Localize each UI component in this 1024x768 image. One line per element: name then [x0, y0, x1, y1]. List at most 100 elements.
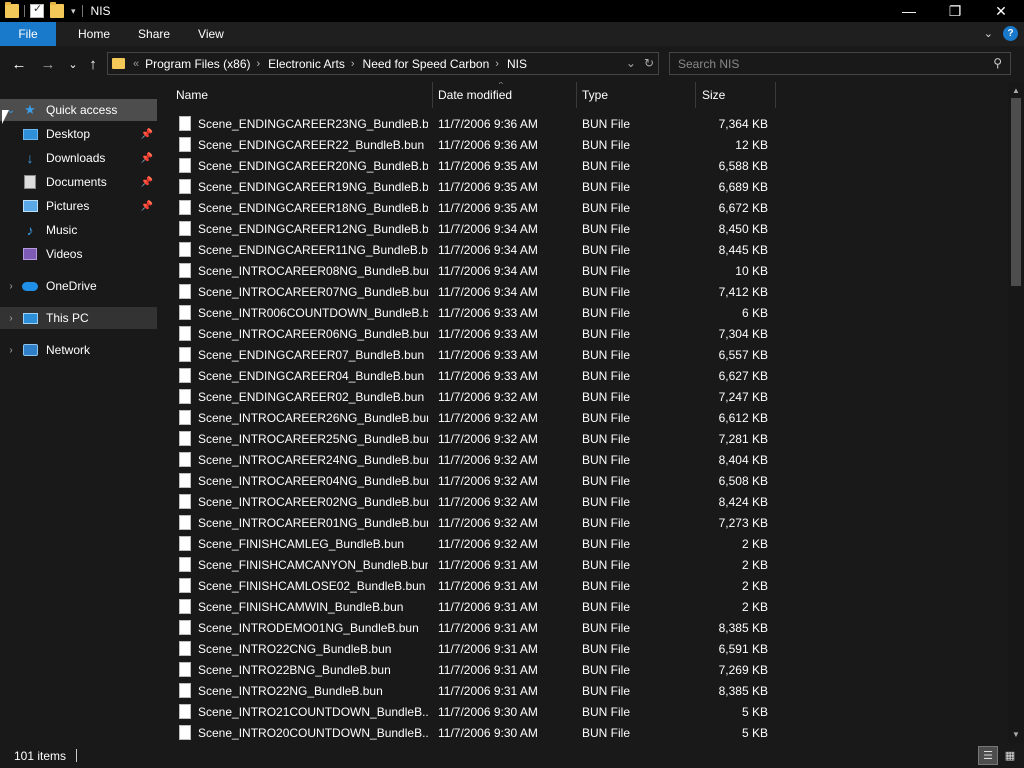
large-icons-view-button[interactable]: ▦ — [1000, 746, 1020, 765]
table-row[interactable]: Scene_INTROCAREER06NG_BundleB.bun 11/7/20… — [157, 323, 1008, 344]
search-input[interactable]: Search NIS ⚲ — [669, 52, 1011, 75]
sidebar-item-quick-access[interactable]: ⌄ ★ Quick access — [0, 99, 157, 121]
breadcrumb-separator-icon[interactable]: › — [495, 58, 499, 70]
file-name: Scene_INTRODEMO01NG_BundleB.bun — [198, 621, 419, 635]
table-row[interactable]: Scene_INTROCAREER25NG_BundleB.bun 11/7/20… — [157, 428, 1008, 449]
sidebar-item-network[interactable]: › Network — [0, 339, 157, 361]
table-row[interactable]: Scene_INTROCAREER07NG_BundleB.bun 11/7/20… — [157, 281, 1008, 302]
column-header-type[interactable]: Type — [582, 82, 608, 108]
breadcrumb-electronic-arts[interactable]: Electronic Arts — [268, 57, 345, 71]
breadcrumb-need-for-speed-carbon[interactable]: Need for Speed Carbon — [363, 57, 490, 71]
search-icon[interactable]: ⚲ — [993, 56, 1002, 70]
table-row[interactable]: Scene_ENDINGCAREER11NG_BundleB.bun 11/7/2… — [157, 239, 1008, 260]
file-date-modified: 11/7/2006 9:35 AM — [438, 201, 538, 215]
sidebar-item-label: Downloads — [46, 151, 106, 165]
file-type: BUN File — [582, 117, 631, 131]
table-row[interactable]: Scene_INTROCAREER02NG_BundleB.bun 11/7/20… — [157, 491, 1008, 512]
column-header-date-modified[interactable]: Date modified — [438, 82, 512, 108]
table-row[interactable]: Scene_FINISHCAMWIN_BundleB.bun 11/7/2006 … — [157, 596, 1008, 617]
sidebar-item-videos[interactable]: Videos — [0, 243, 157, 265]
refresh-icon[interactable]: ↻ — [644, 56, 654, 70]
file-type: BUN File — [582, 453, 631, 467]
sidebar-item-label: OneDrive — [46, 279, 97, 293]
scroll-down-icon[interactable]: ▼ — [1012, 730, 1020, 739]
overflow-chevron-icon[interactable]: « — [133, 58, 139, 70]
file-size: 7,273 KB — [718, 516, 768, 530]
scrollbar-thumb[interactable] — [1011, 98, 1021, 286]
vertical-scrollbar[interactable]: ▲ ▼ — [1008, 82, 1024, 743]
table-row[interactable]: Scene_FINISHCAMCANYON_BundleB.bun 11/7/20… — [157, 554, 1008, 575]
file-name: Scene_FINISHCAMLOSE02_BundleB.bun — [198, 579, 426, 593]
table-row[interactable]: Scene_INTROCAREER08NG_BundleB.bun 11/7/20… — [157, 260, 1008, 281]
table-row[interactable]: Scene_ENDINGCAREER19NG_BundleB.bun 11/7/2… — [157, 176, 1008, 197]
address-bar[interactable]: « Program Files (x86) › Electronic Arts … — [107, 52, 659, 75]
table-row[interactable]: Scene_INTRO22NG_BundleB.bun 11/7/2006 9:3… — [157, 680, 1008, 701]
sidebar-item-this-pc[interactable]: › This PC — [0, 307, 157, 329]
breadcrumb-program-files[interactable]: Program Files (x86) — [145, 57, 250, 71]
column-header-name[interactable]: Name — [176, 82, 208, 108]
breadcrumb-separator-icon[interactable]: › — [256, 58, 260, 70]
expand-chevron-icon[interactable]: › — [4, 345, 18, 356]
breadcrumb-nis[interactable]: NIS — [507, 57, 527, 71]
breadcrumb-separator-icon[interactable]: › — [351, 58, 355, 70]
new-folder-icon[interactable] — [50, 2, 64, 18]
tab-file[interactable]: File — [0, 22, 56, 46]
tab-view[interactable]: View — [184, 22, 238, 46]
expand-chevron-icon[interactable]: › — [4, 313, 18, 324]
file-size: 7,281 KB — [718, 432, 768, 446]
file-icon — [179, 326, 191, 341]
sidebar-item-desktop[interactable]: Desktop 📌 — [0, 123, 157, 145]
table-row[interactable]: Scene_INTRO21COUNTDOWN_BundleB.... 11/7/2… — [157, 701, 1008, 722]
table-row[interactable]: Scene_INTRO22CNG_BundleB.bun 11/7/2006 9:… — [157, 638, 1008, 659]
file-icon — [179, 620, 191, 635]
table-row[interactable]: Scene_ENDINGCAREER22_BundleB.bun 11/7/200… — [157, 134, 1008, 155]
sidebar-item-music[interactable]: ♪ Music — [0, 219, 157, 241]
sidebar-item-downloads[interactable]: ↓ Downloads 📌 — [0, 147, 157, 169]
table-row[interactable]: Scene_INTRODEMO01NG_BundleB.bun 11/7/2006… — [157, 617, 1008, 638]
tab-home[interactable]: Home — [64, 22, 124, 46]
forward-button[interactable]: → — [37, 54, 59, 74]
minimize-button[interactable]: — — [886, 0, 932, 22]
table-row[interactable]: Scene_INTROCAREER26NG_BundleB.bun 11/7/20… — [157, 407, 1008, 428]
column-divider[interactable] — [695, 82, 696, 108]
column-header-size[interactable]: Size — [702, 82, 725, 108]
table-row[interactable]: Scene_INTROCAREER01NG_BundleB.bun 11/7/20… — [157, 512, 1008, 533]
column-divider[interactable] — [775, 82, 776, 108]
table-row[interactable]: Scene_ENDINGCAREER18NG_BundleB.bun 11/7/2… — [157, 197, 1008, 218]
scroll-up-icon[interactable]: ▲ — [1012, 86, 1020, 95]
close-button[interactable]: ✕ — [978, 0, 1024, 22]
details-view-button[interactable]: ☰ — [978, 746, 998, 765]
up-button[interactable]: ↑ — [82, 54, 104, 74]
table-row[interactable]: Scene_INTR006COUNTDOWN_BundleB.b... 11/7/… — [157, 302, 1008, 323]
table-row[interactable]: Scene_INTRO22BNG_BundleB.bun 11/7/2006 9:… — [157, 659, 1008, 680]
restore-button[interactable]: ❐ — [932, 0, 978, 22]
table-row[interactable]: Scene_ENDINGCAREER20NG_BundleB.bun 11/7/2… — [157, 155, 1008, 176]
recent-locations-button[interactable]: ⌄ — [62, 54, 84, 74]
properties-icon[interactable] — [30, 2, 44, 18]
sidebar-item-documents[interactable]: Documents 📌 — [0, 171, 157, 193]
help-icon[interactable]: ? — [1003, 26, 1018, 41]
table-row[interactable]: Scene_ENDINGCAREER04_BundleB.bun 11/7/200… — [157, 365, 1008, 386]
file-name: Scene_INTROCAREER01NG_BundleB.bun — [198, 516, 428, 530]
navigation-bar: ← → ⌄ ↑ « Program Files (x86) › Electron… — [0, 46, 1024, 82]
table-row[interactable]: Scene_INTROCAREER04NG_BundleB.bun 11/7/20… — [157, 470, 1008, 491]
table-row[interactable]: Scene_ENDINGCAREER02_BundleB.bun 11/7/200… — [157, 386, 1008, 407]
table-row[interactable]: Scene_ENDINGCAREER23NG_BundleB.bun 11/7/2… — [157, 113, 1008, 134]
expand-ribbon-chevron-icon[interactable]: ⌄ — [984, 27, 993, 40]
file-icon — [179, 557, 191, 572]
sidebar-item-pictures[interactable]: Pictures 📌 — [0, 195, 157, 217]
customize-toolbar-chevron-icon[interactable]: ▾ — [71, 6, 76, 17]
table-row[interactable]: Scene_INTRO20COUNTDOWN_BundleB.... 11/7/2… — [157, 722, 1008, 743]
table-row[interactable]: Scene_ENDINGCAREER12NG_BundleB.bun 11/7/2… — [157, 218, 1008, 239]
table-row[interactable]: Scene_INTROCAREER24NG_BundleB.bun 11/7/20… — [157, 449, 1008, 470]
table-row[interactable]: Scene_FINISHCAMLEG_BundleB.bun 11/7/2006 … — [157, 533, 1008, 554]
column-divider[interactable] — [432, 82, 433, 108]
back-button[interactable]: ← — [8, 54, 30, 74]
column-divider[interactable] — [576, 82, 577, 108]
table-row[interactable]: Scene_FINISHCAMLOSE02_BundleB.bun 11/7/20… — [157, 575, 1008, 596]
address-dropdown-icon[interactable]: ⌄ — [626, 56, 636, 70]
table-row[interactable]: Scene_ENDINGCAREER07_BundleB.bun 11/7/200… — [157, 344, 1008, 365]
expand-chevron-icon[interactable]: › — [4, 281, 18, 292]
sidebar-item-onedrive[interactable]: › OneDrive — [0, 275, 157, 297]
tab-share[interactable]: Share — [124, 22, 184, 46]
